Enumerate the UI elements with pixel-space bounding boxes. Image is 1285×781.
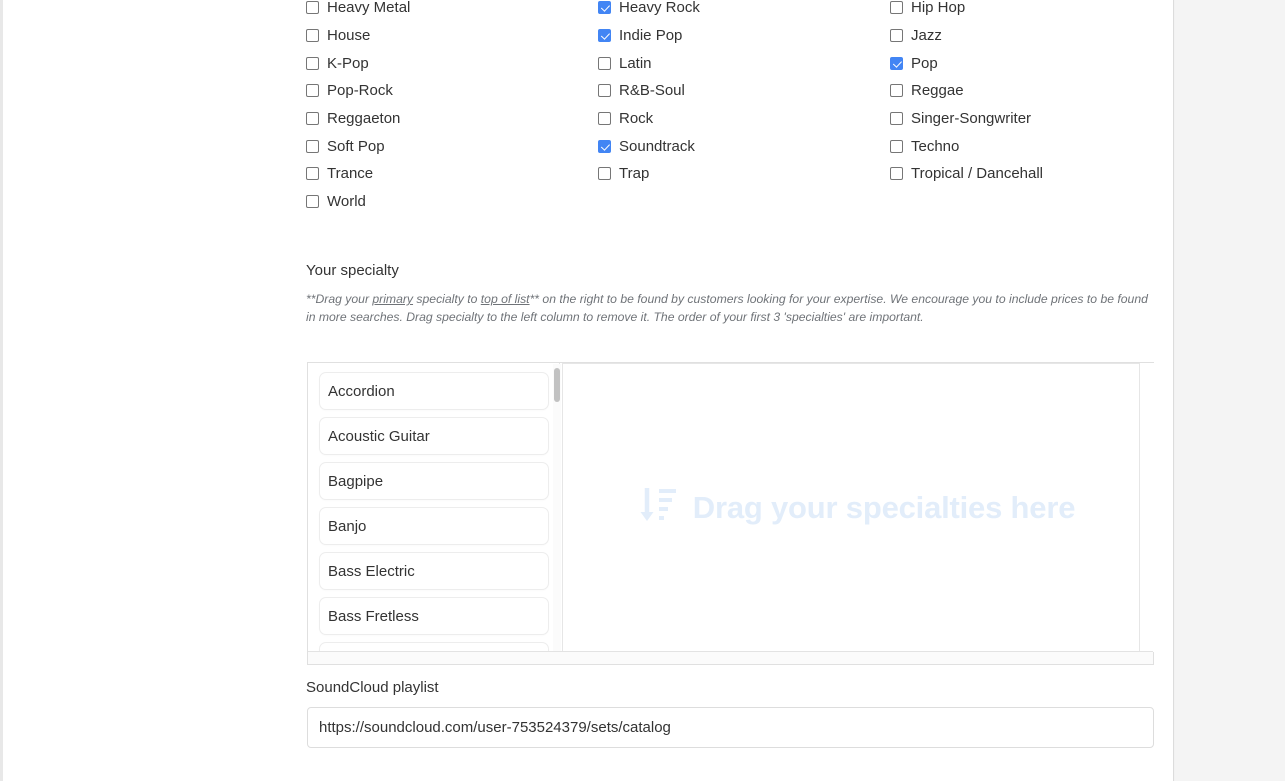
genre-checkbox-row[interactable]: Pop (890, 49, 1043, 77)
checkbox-unchecked-icon[interactable] (890, 1, 903, 15)
checkbox-unchecked-icon[interactable] (598, 112, 611, 126)
genre-label: Trance (327, 165, 374, 183)
checkbox-unchecked-icon[interactable] (890, 167, 903, 181)
checkbox-unchecked-icon[interactable] (306, 84, 319, 98)
genre-checkbox-row[interactable]: Tropical / Dancehall (890, 160, 1043, 188)
genre-checkbox-row[interactable]: Soft Pop (306, 132, 410, 160)
specialty-item[interactable]: Bagpipe (319, 462, 549, 500)
genre-checkbox-row[interactable]: Singer-Songwriter (890, 105, 1043, 133)
page-outer-background (1175, 0, 1285, 781)
genre-label: Pop-Rock (327, 82, 393, 100)
checkbox-unchecked-icon[interactable] (306, 29, 319, 43)
checkbox-unchecked-icon[interactable] (306, 195, 319, 209)
checkbox-checked-icon[interactable] (890, 56, 903, 70)
genre-checkbox-row[interactable]: Heavy Metal (306, 0, 410, 22)
genre-checkbox-row[interactable]: Soundtrack (598, 132, 700, 160)
instruction-emphasis: top of list (480, 292, 530, 306)
genre-label: R&B-Soul (619, 82, 685, 100)
checkbox-checked-icon[interactable] (598, 139, 611, 153)
specialty-item[interactable]: Accordion (319, 372, 549, 410)
genre-column-3: Hip Hop Jazz Pop Reggae Singer-Songwriter Tec… (890, 0, 1043, 188)
genre-label: Heavy Metal (327, 0, 411, 17)
genre-checkbox-row[interactable]: R&B-Soul (598, 77, 700, 105)
genre-checkbox-row[interactable]: Hip Hop (890, 0, 1043, 22)
instruction-text: specialty to (413, 292, 481, 306)
checkbox-unchecked-icon[interactable] (890, 84, 903, 98)
checkbox-unchecked-icon[interactable] (306, 1, 319, 15)
available-specialties-scrollbar[interactable] (553, 364, 561, 652)
checkbox-unchecked-icon[interactable] (890, 139, 903, 153)
specialty-item[interactable]: Bass Fretless (319, 597, 549, 635)
checkbox-unchecked-icon[interactable] (890, 29, 903, 43)
instruction-text: **Drag your (306, 292, 373, 306)
genre-label: Techno (911, 137, 960, 155)
checkbox-unchecked-icon[interactable] (306, 167, 319, 181)
genre-label: Rock (619, 110, 654, 128)
genre-label: Indie Pop (619, 27, 683, 45)
genre-checkbox-row[interactable]: Latin (598, 49, 700, 77)
specialty-section-title: Your specialty (306, 262, 399, 279)
genre-checkbox-row[interactable]: Pop-Rock (306, 77, 410, 105)
sort-descending-icon (639, 485, 677, 530)
genre-label: Pop (911, 54, 938, 72)
checkbox-unchecked-icon[interactable] (306, 56, 319, 70)
genre-checkbox-row[interactable]: Jazz (890, 22, 1043, 50)
genre-label: Latin (619, 54, 652, 72)
genre-column-1: Heavy Metal House K-Pop Pop-Rock Reggaeton So… (306, 0, 410, 216)
dropzone-placeholder-content: Drag your specialties here (639, 485, 1075, 530)
checkbox-unchecked-icon[interactable] (890, 112, 903, 126)
genre-label: Singer-Songwriter (911, 110, 1032, 128)
page-root: Heavy Metal House K-Pop Pop-Rock Reggaeton So… (0, 0, 1285, 781)
genre-column-2: Heavy Rock Indie Pop Latin R&B-Soul Rock Soun… (598, 0, 700, 188)
genre-checkbox-row[interactable]: Reggaeton (306, 105, 410, 133)
selected-specialties-panel: Drag your specialties here (562, 363, 1154, 652)
soundcloud-playlist-label: SoundCloud playlist (306, 679, 439, 696)
genre-checkbox-row[interactable]: Indie Pop (598, 22, 700, 50)
specialty-item[interactable]: Bass Electric (319, 552, 549, 590)
checkbox-unchecked-icon[interactable] (306, 139, 319, 153)
checkbox-unchecked-icon[interactable] (306, 112, 319, 126)
genre-checkbox-row[interactable]: Trance (306, 160, 410, 188)
genre-label: Reggaeton (327, 110, 401, 128)
genre-checkbox-row[interactable]: Heavy Rock (598, 0, 700, 22)
checkbox-unchecked-icon[interactable] (598, 56, 611, 70)
genre-checkbox-row[interactable]: House (306, 22, 410, 50)
genre-label: Tropical / Dancehall (911, 165, 1044, 183)
checkbox-checked-icon[interactable] (598, 1, 611, 15)
available-specialties-list: Accordion Acoustic Guitar Bagpipe Banjo Bass… (308, 363, 559, 652)
specialties-dropzone[interactable]: Drag your specialties here (562, 363, 1140, 652)
scrollbar-thumb[interactable] (554, 368, 560, 402)
dropzone-placeholder-text: Drag your specialties here (692, 489, 1076, 525)
checkbox-checked-icon[interactable] (598, 29, 611, 43)
genre-label: Soundtrack (619, 137, 695, 155)
genre-label: Jazz (911, 27, 942, 45)
genre-checkbox-row[interactable]: Reggae (890, 77, 1043, 105)
genre-label: Hip Hop (911, 0, 966, 17)
genre-label: Trap (619, 165, 650, 183)
drag-container-footer (308, 651, 1153, 664)
soundcloud-playlist-input[interactable] (307, 707, 1154, 748)
specialty-item[interactable]: Banjo (319, 507, 549, 545)
genre-checkbox-row[interactable]: World (306, 188, 410, 216)
genre-checkbox-row[interactable]: Rock (598, 105, 700, 133)
genre-checkbox-row[interactable]: Trap (598, 160, 700, 188)
genre-label: K-Pop (327, 54, 369, 72)
genre-checkbox-row[interactable]: Techno (890, 132, 1043, 160)
genre-label: House (327, 27, 371, 45)
genre-label: World (327, 193, 366, 211)
instruction-emphasis: primary (372, 292, 414, 306)
genre-checkbox-row[interactable]: K-Pop (306, 49, 410, 77)
specialty-drag-drop-container: Accordion Acoustic Guitar Bagpipe Banjo Bass… (307, 362, 1154, 665)
checkbox-unchecked-icon[interactable] (598, 84, 611, 98)
specialty-instructions: **Drag your primary specialty to top of … (306, 291, 1154, 326)
genre-label: Heavy Rock (619, 0, 700, 17)
specialty-item[interactable]: Acoustic Guitar (319, 417, 549, 455)
checkbox-unchecked-icon[interactable] (598, 167, 611, 181)
genre-label: Reggae (911, 82, 964, 100)
available-specialties-panel[interactable]: Accordion Acoustic Guitar Bagpipe Banjo Bass… (308, 363, 560, 652)
genre-label: Soft Pop (327, 137, 385, 155)
